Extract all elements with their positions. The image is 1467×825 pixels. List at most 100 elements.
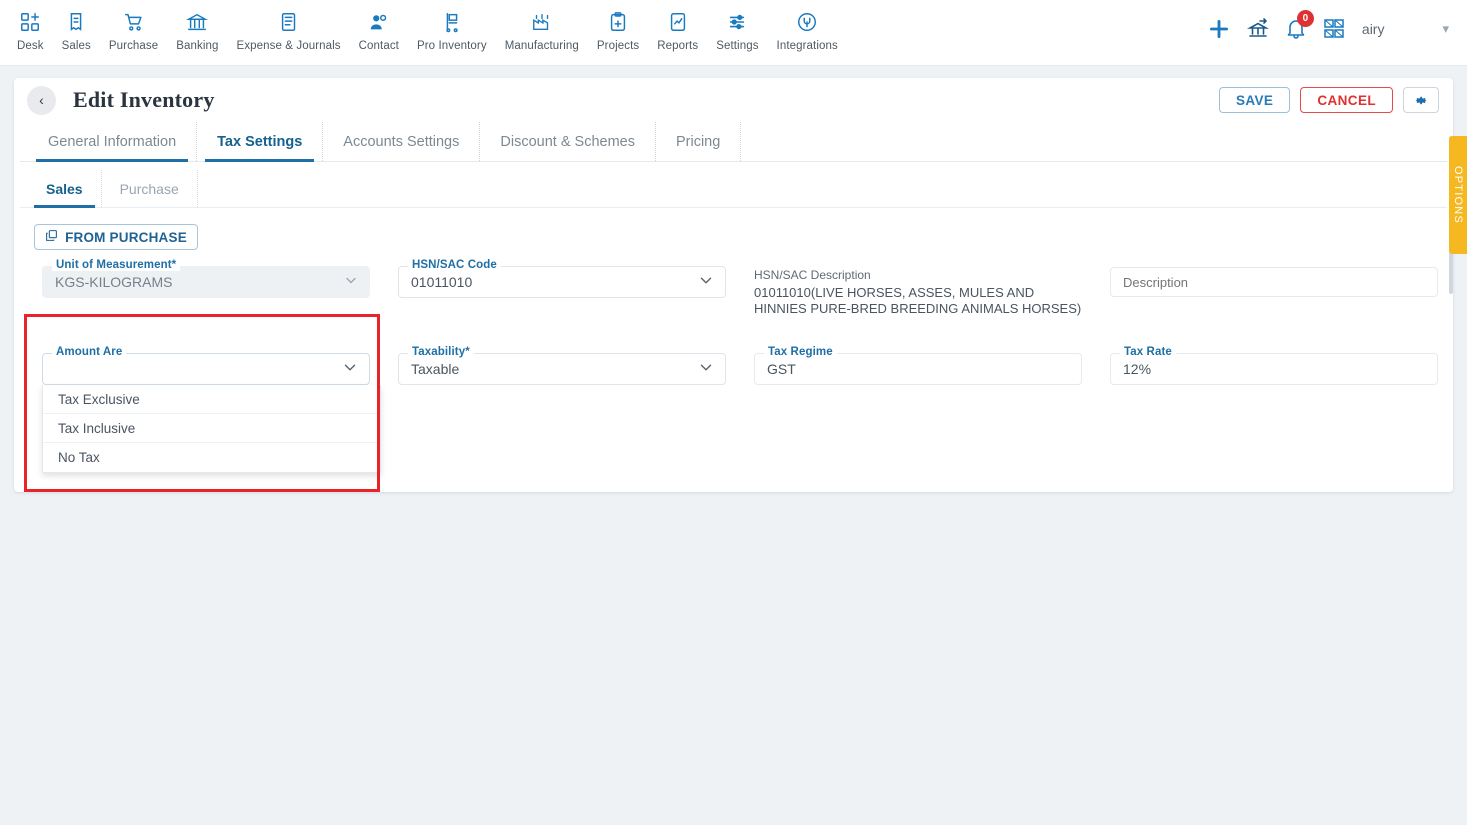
nav-item-settings[interactable]: Settings [707,8,767,52]
chevron-down-icon[interactable]: ▾ [1442,21,1449,37]
grid-apps-icon[interactable] [1322,17,1346,41]
nav-label: Manufacturing [504,40,579,52]
nav-label: Banking [176,40,219,52]
nav-item-purchase[interactable]: Purchase [100,8,167,52]
nav-label: Contact [358,40,399,52]
field-taxability: Taxability* Taxable [384,346,740,385]
field-unit-of-measurement: Unit of Measurement* KGS-KILOGRAMS [28,259,384,317]
field-value: Taxable [411,361,460,377]
edit-inventory-card: ‹ Edit Inventory SAVE CANCEL General Inf… [14,78,1453,492]
bank-transfer-icon[interactable] [1246,17,1270,41]
nav-item-contact[interactable]: Contact [350,8,408,52]
tab-accounts-settings[interactable]: Accounts Settings [323,122,481,161]
notification-badge: 0 [1296,10,1314,27]
dropdown-option-tax-inclusive[interactable]: Tax Inclusive [43,414,380,443]
nav-item-pro-inventory[interactable]: Pro Inventory [408,8,496,52]
tab-discount-schemes[interactable]: Discount & Schemes [480,122,656,161]
sliders-icon [726,8,748,36]
chevron-down-icon [697,359,715,380]
people-icon [368,8,390,36]
chevron-down-icon [341,359,359,380]
hsn-sac-description-label: HSN/SAC Description [754,268,871,282]
dashboard-add-icon [19,8,41,36]
subtab-label: Sales [46,180,83,197]
dropdown-option-no-tax[interactable]: No Tax [43,443,380,472]
sub-tabs: Sales Purchase [20,170,1447,208]
card-header: ‹ Edit Inventory SAVE CANCEL [14,78,1453,122]
from-purchase-label: FROM PURCHASE [65,229,187,245]
tab-label: Pricing [675,133,721,150]
top-nav-items: Desk Sales Purchase Banking Expense & Jo… [0,0,847,52]
top-nav-right-actions: 0 airy ▾ [1206,0,1467,58]
nav-item-sales[interactable]: Sales [53,8,100,52]
nav-label: Settings [716,40,759,52]
field-label: HSN/SAC Code [408,259,501,271]
options-label: OPTIONS [1452,166,1464,224]
nav-label: Purchase [108,40,159,52]
nav-item-manufacturing[interactable]: Manufacturing [496,8,588,52]
cancel-button[interactable]: CANCEL [1300,87,1393,113]
tab-pricing[interactable]: Pricing [656,122,742,161]
field-tax-regime: Tax Regime GST [740,346,1096,385]
chevron-left-icon: ‹ [39,92,44,108]
tab-label: Tax Settings [217,133,303,150]
field-label: Taxability* [408,346,474,358]
from-purchase-button[interactable]: FROM PURCHASE [34,224,198,250]
chevron-down-icon [697,272,715,293]
factory-icon [531,8,553,36]
nav-item-banking[interactable]: Banking [167,8,227,52]
label-text: Taxability [412,346,466,358]
amount-are-dropdown-list[interactable]: Tax Exclusive Tax Inclusive No Tax [42,385,381,473]
field-hsn-sac-description: HSN/SAC Description 01011010(LIVE HORSES… [740,266,1096,317]
description-input[interactable] [1110,267,1438,297]
field-value: GST [767,361,796,377]
nav-item-reports[interactable]: Reports [648,8,707,52]
tax-settings-form: Unit of Measurement* KGS-KILOGRAMS HSN/S… [28,259,1439,473]
subtab-purchase[interactable]: Purchase [102,170,198,207]
plus-icon[interactable] [1206,16,1232,42]
plug-circle-icon [796,8,818,36]
bank-icon [186,8,209,36]
field-label: Amount Are [52,346,127,358]
page-title: Edit Inventory [73,87,215,112]
nav-item-integrations[interactable]: Integrations [768,8,847,52]
nav-label: Expense & Journals [236,40,341,52]
tab-label: Discount & Schemes [500,133,635,150]
field-value: 01011010 [411,274,473,290]
required-marker: * [171,259,177,271]
header-actions: SAVE CANCEL [1218,87,1439,113]
hsn-sac-description-value: 01011010(LIVE HORSES, ASSES, MULES AND H… [754,285,1082,316]
required-marker: * [465,346,470,358]
field-hsn-sac-code: HSN/SAC Code 01011010 [384,259,740,317]
dropdown-option-tax-exclusive[interactable]: Tax Exclusive [43,385,380,414]
field-tax-rate: Tax Rate 12% [1096,346,1452,385]
field-description [1096,266,1452,317]
options-side-tab[interactable]: OPTIONS [1449,136,1467,254]
inventory-cart-icon [441,8,463,36]
nav-item-desk[interactable]: Desk [8,8,53,52]
field-value: 12% [1123,361,1152,377]
nav-label: Sales [61,40,91,52]
user-name-label[interactable]: airy [1362,21,1385,37]
report-chart-icon [667,8,689,36]
back-button[interactable]: ‹ [27,85,56,115]
save-button[interactable]: SAVE [1218,87,1291,113]
subtab-sales[interactable]: Sales [28,170,102,208]
nav-item-expense-journals[interactable]: Expense & Journals [228,8,350,52]
nav-label: Desk [17,40,44,52]
subtab-label: Purchase [119,180,179,197]
nav-label: Integrations [776,40,838,52]
gear-icon [1415,96,1426,104]
field-label: Tax Rate [1120,346,1176,358]
field-label: Unit of Measurement* [52,259,181,271]
nav-item-projects[interactable]: Projects [588,8,648,52]
tab-general-information[interactable]: General Information [28,122,198,162]
notification-bell-icon[interactable]: 0 [1284,10,1314,41]
receipt-icon [65,8,87,36]
field-label: Tax Regime [764,346,837,358]
copy-icon [45,229,58,245]
tab-label: General Information [48,133,177,150]
tab-tax-settings[interactable]: Tax Settings [197,122,324,162]
nav-label: Reports [657,40,699,52]
settings-gear-button[interactable] [1403,87,1439,113]
